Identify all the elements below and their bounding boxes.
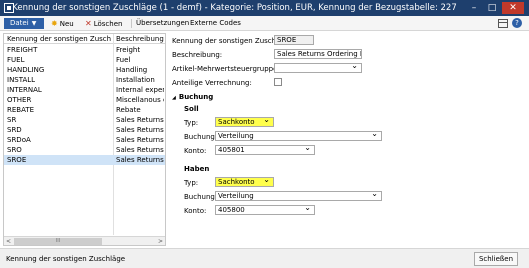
translations-button[interactable]: Übersetzungen [136,18,189,29]
table-row[interactable]: FUEL Fuel [4,55,165,65]
scroll-left-icon[interactable]: < [6,237,11,245]
cell-code: INSTALL [7,76,36,84]
grid-view-icon[interactable] [498,19,508,28]
minimize-button[interactable]: – [466,2,482,14]
column-header-description[interactable]: Beschreibung [116,34,164,44]
beschreibung-label: Beschreibung: [172,51,223,59]
soll-typ-dropdown[interactable]: Sachkonto [215,117,274,127]
kennung-field[interactable]: SROE [274,35,314,45]
delete-icon: ✕ [85,19,92,28]
cell-description: Freight [116,46,141,54]
haben-typ-dropdown[interactable]: Sachkonto [215,177,274,187]
cell-code: OTHER [7,96,32,104]
chevron-down-icon: ▼ [31,20,37,27]
haben-konto-label: Konto: [184,207,207,215]
column-header-code[interactable]: Kennung der sonstigen Zuschläge [7,34,111,44]
soll-title: Soll [184,105,199,113]
charges-grid: Kennung der sonstigen Zuschläge Beschrei… [3,33,166,246]
toolbar-divider [131,19,132,28]
beschreibung-field[interactable]: Sales Returns Ordering Error [274,49,362,59]
cell-code: SROE [7,156,27,164]
delete-label: Löschen [93,20,123,28]
cell-code: REBATE [7,106,35,114]
delete-button[interactable]: ✕ Löschen [85,18,122,29]
haben-buchung-dropdown[interactable]: Verteilung [215,191,382,201]
collapse-triangle-icon: ◢ [172,95,176,101]
new-button[interactable]: ✸ Neu [51,18,74,29]
cell-code: SRO [7,146,22,154]
table-row[interactable]: INSTALL Installation [4,75,165,85]
table-row[interactable]: REBATE Rebate [4,105,165,115]
cell-description: Internal expense [116,86,164,94]
cell-description: Miscellanous char [116,96,164,104]
cell-code: SRD [7,126,22,134]
cell-code: FREIGHT [7,46,38,54]
table-row[interactable]: SR Sales Returns Obs [4,115,165,125]
artikel-mwst-label: Artikel-Mehrwertsteuergruppe: [172,65,280,73]
datei-menu-button[interactable]: Datei ▼ [4,18,44,29]
status-text: Kennung der sonstigen Zuschläge [6,255,126,263]
cell-description: Sales Returns Obs [116,116,164,124]
table-row[interactable]: INTERNAL Internal expense [4,85,165,95]
haben-typ-label: Typ: [184,179,199,187]
close-window-button[interactable]: ✕ [502,2,524,14]
table-row[interactable]: SROE Sales Returns Orde [4,155,165,165]
cell-code: FUEL [7,56,25,64]
cell-description: Sales Returns Obs [116,146,164,154]
help-icon[interactable]: ? [512,18,522,28]
detail-panel: Kennung der sonstigen Zuschläge: SROE Be… [168,33,526,246]
table-row[interactable]: SRD Sales Returns Defe [4,125,165,135]
window-title: Kennung der sonstigen Zuschläge (1 - dem… [12,3,457,13]
buchung-group-header[interactable]: ◢ Buchung [172,93,213,101]
maximize-button[interactable]: □ [484,2,500,14]
datei-label: Datei [10,19,29,27]
haben-buchung-label: Buchung: [184,193,218,201]
new-star-icon: ✸ [51,19,58,28]
status-bar: Kennung der sonstigen Zuschläge Schließe… [0,248,529,268]
soll-buchung-dropdown[interactable]: Verteilung [215,131,382,141]
title-bar: Kennung der sonstigen Zuschläge (1 - dem… [0,0,529,16]
soll-konto-dropdown[interactable]: 405801 [215,145,315,155]
cell-code: SR [7,116,17,124]
haben-konto-dropdown[interactable]: 405800 [215,205,315,215]
anteilige-label: Anteilige Verrechnung: [172,79,252,87]
cell-code: HANDLING [7,66,45,74]
soll-konto-label: Konto: [184,147,207,155]
cell-description: Rebate [116,106,141,114]
grid-header: Kennung der sonstigen Zuschläge Beschrei… [4,34,165,44]
scroll-thumb[interactable]: III [14,238,102,245]
external-codes-button[interactable]: Externe Codes [190,18,241,29]
horizontal-scrollbar[interactable]: < III > [4,236,165,245]
toolbar: Datei ▼ ✸ Neu ✕ Löschen Übersetzungen Exter… [0,16,529,31]
buchung-group-title: Buchung [178,93,214,101]
cell-description: Sales Returns Orde [116,156,164,164]
cell-description: Sales Returns Defe [116,126,164,134]
anteilige-checkbox[interactable] [274,78,282,86]
cell-description: Installation [116,76,155,84]
cell-code: SRDoA [7,136,31,144]
new-label: Neu [59,20,74,28]
cell-description: Sales Returns Dea [116,136,164,144]
table-row[interactable]: FREIGHT Freight [4,45,165,55]
scroll-right-icon[interactable]: > [158,237,163,245]
table-row[interactable]: OTHER Miscellanous char [4,95,165,105]
table-row[interactable]: SRDoA Sales Returns Dea [4,135,165,145]
cell-description: Handling [116,66,148,74]
table-row[interactable]: HANDLING Handling [4,65,165,75]
cell-code: INTERNAL [7,86,42,94]
haben-title: Haben [184,165,210,173]
soll-typ-label: Typ: [184,119,199,127]
cell-description: Fuel [116,56,131,64]
table-row[interactable]: SRO Sales Returns Obs [4,145,165,155]
artikel-mwst-dropdown[interactable] [274,63,362,73]
soll-buchung-label: Buchung: [184,133,218,141]
schliessen-button[interactable]: Schließen [474,252,518,266]
